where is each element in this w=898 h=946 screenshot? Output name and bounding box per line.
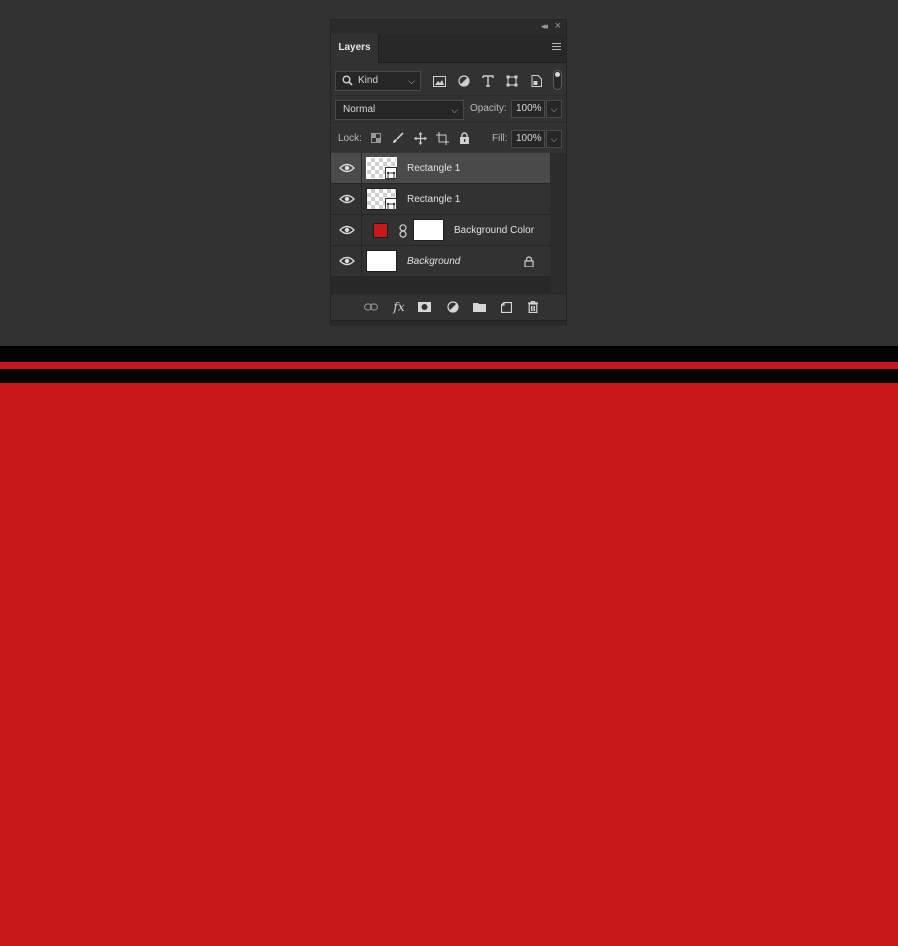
opacity-input[interactable]: 100%	[511, 100, 545, 118]
filter-row: Kind ⌵	[331, 66, 566, 96]
new-group-icon[interactable]	[472, 300, 486, 314]
eye-visibility-icon[interactable]	[339, 256, 355, 266]
divider	[361, 246, 362, 277]
opacity-dropdown-icon[interactable]: ⌵	[546, 100, 562, 118]
lock-image-pixels-icon[interactable]	[391, 131, 405, 145]
add-mask-icon[interactable]	[417, 300, 431, 314]
adjustment-layer-icon[interactable]	[446, 300, 460, 314]
layer-thumbnail[interactable]	[366, 188, 397, 211]
vector-shape-badge-icon	[385, 167, 397, 180]
layer-name[interactable]: Rectangle 1	[407, 153, 460, 184]
divider	[361, 215, 362, 246]
layer-name[interactable]: Background Color	[454, 215, 534, 246]
lock-position-icon[interactable]	[413, 131, 427, 145]
layers-list: Rectangle 1 Rectangle 1 Background Color	[331, 153, 550, 293]
blend-mode-select[interactable]: Normal ⌵	[335, 100, 464, 120]
lock-transparent-pixels-icon[interactable]	[369, 131, 383, 145]
kind-filter-select[interactable]: Kind ⌵	[335, 71, 421, 91]
opacity-label: Opacity:	[470, 103, 507, 114]
layer-lock-icon[interactable]	[524, 256, 534, 267]
shape-filter-icon[interactable]	[505, 74, 519, 88]
lock-artboard-icon[interactable]	[435, 131, 449, 145]
panel-footer: fx	[331, 293, 566, 321]
adjustment-filter-icon[interactable]	[457, 74, 471, 88]
kind-filter-label: Kind	[358, 75, 379, 86]
vector-shape-badge-icon	[385, 198, 397, 211]
panel-title-bar[interactable]: ◂◂ ×	[331, 20, 566, 34]
layers-scrollbar[interactable]	[550, 153, 566, 293]
close-panel-icon[interactable]: ×	[555, 20, 561, 32]
smart-object-filter-icon[interactable]	[529, 74, 543, 88]
divider	[361, 184, 362, 215]
divider	[361, 153, 362, 184]
layer-row[interactable]: Rectangle 1	[331, 184, 550, 215]
chevron-down-icon: ⌵	[408, 76, 415, 86]
fill-label: Fill:	[492, 133, 508, 144]
collapse-panel-icon[interactable]: ◂◂	[541, 21, 548, 32]
layer-name[interactable]: Background	[407, 246, 460, 277]
lock-row: Lock: Fill: 100% ⌵	[331, 122, 566, 153]
layer-name[interactable]: Rectangle 1	[407, 184, 460, 215]
eye-visibility-icon[interactable]	[339, 163, 355, 173]
layer-mask-thumbnail[interactable]	[413, 219, 444, 241]
search-icon	[342, 75, 353, 86]
lock-label: Lock:	[338, 133, 362, 144]
fx-icon[interactable]: fx	[392, 300, 406, 314]
canvas-black-stripe-bottom	[0, 369, 898, 383]
trash-icon[interactable]	[526, 300, 540, 314]
blend-mode-value: Normal	[343, 104, 376, 115]
chevron-down-icon: ⌵	[451, 105, 458, 115]
image-filter-icon[interactable]	[432, 74, 446, 88]
layer-row[interactable]: Rectangle 1	[331, 153, 550, 184]
new-layer-icon[interactable]	[499, 300, 513, 314]
canvas-red-stripe	[0, 362, 898, 369]
fill-dropdown-icon[interactable]: ⌵	[546, 130, 562, 148]
fill-input[interactable]: 100%	[511, 130, 545, 148]
layer-thumbnail[interactable]	[366, 250, 397, 272]
layer-row[interactable]: Background Color	[331, 215, 550, 246]
blend-row: Normal ⌵ Opacity: 100% ⌵	[331, 95, 566, 122]
tab-layers[interactable]: Layers	[331, 34, 379, 63]
layer-row[interactable]: Background	[331, 246, 550, 277]
layer-thumbnail[interactable]	[366, 157, 397, 180]
type-filter-icon[interactable]	[481, 74, 495, 88]
link-layers-icon[interactable]	[364, 300, 378, 314]
panel-resize-grip[interactable]	[331, 320, 566, 326]
panel-menu-icon[interactable]	[552, 43, 561, 51]
filter-toggle-switch[interactable]	[553, 70, 562, 90]
panel-tabbar: Layers	[331, 34, 566, 63]
layers-panel: ◂◂ × Layers Kind ⌵ Normal ⌵ Opacity: 100…	[330, 19, 567, 326]
eye-visibility-icon[interactable]	[339, 194, 355, 204]
canvas-black-stripe-top	[0, 346, 898, 362]
lock-all-icon[interactable]	[457, 131, 471, 145]
eye-visibility-icon[interactable]	[339, 225, 355, 235]
link-chain-icon[interactable]	[399, 224, 407, 238]
canvas-red-background	[0, 383, 898, 946]
fill-color-swatch[interactable]	[373, 223, 388, 238]
